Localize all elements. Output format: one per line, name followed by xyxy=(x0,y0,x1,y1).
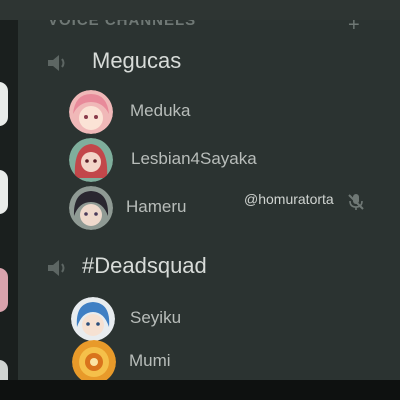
member-name: Meduka xyxy=(130,101,191,120)
voice-member[interactable]: Meduka xyxy=(69,90,269,136)
server-icon[interactable] xyxy=(0,170,8,214)
bottom-bar xyxy=(0,380,400,400)
avatar xyxy=(69,186,113,230)
avatar xyxy=(69,138,113,182)
server-icon[interactable] xyxy=(0,82,8,126)
voice-channel-megucas[interactable]: Megucas xyxy=(46,46,346,78)
voice-member[interactable]: Lesbian4Sayaka xyxy=(69,138,319,184)
voice-member[interactable]: Mumi xyxy=(72,340,272,380)
channel-name: Megucas xyxy=(92,48,182,73)
channel-name: #Deadsquad xyxy=(82,253,207,278)
member-name: Hameru xyxy=(126,197,187,216)
avatar xyxy=(72,340,116,380)
voice-channels-header: VOICE CHANNELS xyxy=(48,20,197,29)
channel-panel: VOICE CHANNELS + Megucas Meduka Lesbian4… xyxy=(18,20,400,380)
streamer-tag: @homuratorta xyxy=(244,191,334,207)
top-bar xyxy=(0,0,400,20)
voice-member[interactable]: Hameru xyxy=(69,186,269,232)
speaker-icon xyxy=(48,260,65,276)
voice-member[interactable]: Seyiku xyxy=(71,297,271,343)
avatar xyxy=(69,90,113,134)
avatar xyxy=(71,297,115,341)
voice-channel-deadsquad[interactable]: #Deadsquad xyxy=(46,251,346,283)
muted-microphone-icon xyxy=(348,194,364,210)
member-name: Lesbian4Sayaka xyxy=(131,149,257,168)
server-rail xyxy=(0,20,18,390)
speaker-icon xyxy=(48,55,65,71)
member-name: Seyiku xyxy=(130,308,182,327)
member-name: Mumi xyxy=(129,351,171,370)
server-icon[interactable] xyxy=(0,268,8,312)
plus-icon[interactable]: + xyxy=(348,20,360,37)
